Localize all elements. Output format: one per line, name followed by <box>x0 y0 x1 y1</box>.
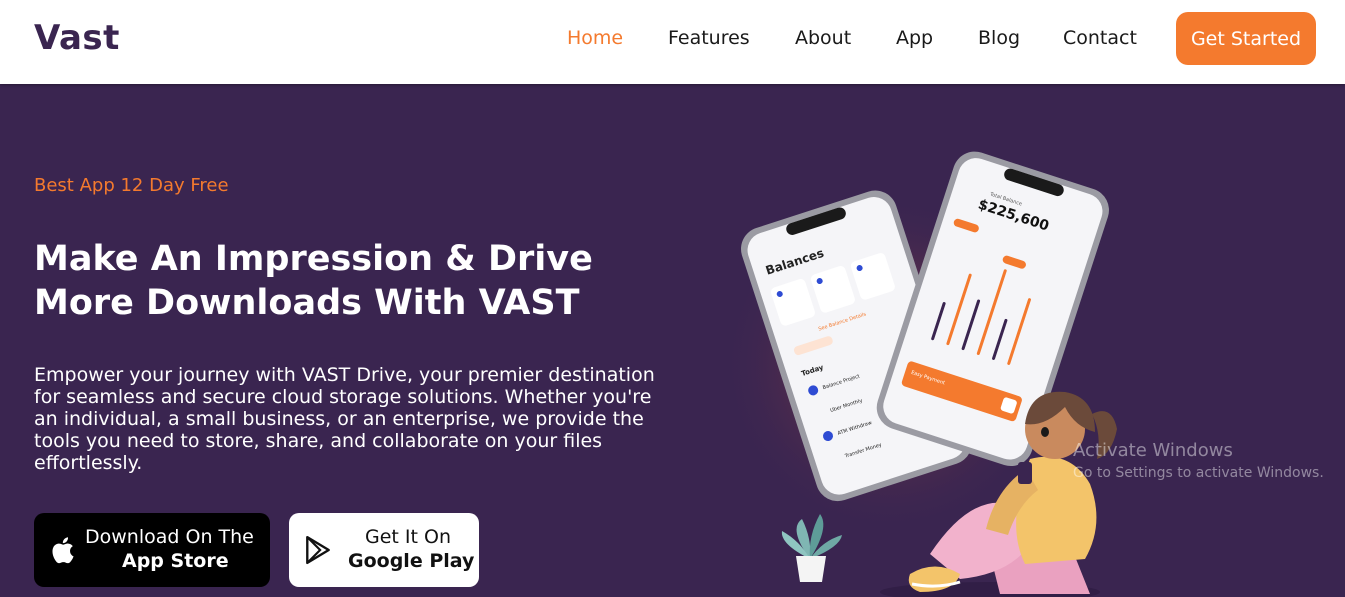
nav-link-about[interactable]: About <box>795 27 851 49</box>
nav-link-blog[interactable]: Blog <box>978 27 1020 49</box>
app-store-line1: Download On The <box>85 526 254 548</box>
hero-description: Empower your journey with VAST Drive, yo… <box>34 364 655 474</box>
site-logo[interactable]: Vast <box>34 18 120 58</box>
nav-link-contact[interactable]: Contact <box>1063 27 1137 49</box>
nav-link-app[interactable]: App <box>896 27 933 49</box>
os-activation-watermark: Activate Windows Go to Settings to activ… <box>1073 440 1324 481</box>
hero-illustration: Balances See Balance Details Today Balan… <box>720 151 1117 597</box>
nav-link-features[interactable]: Features <box>668 27 750 49</box>
google-play-button[interactable]: Get It On Google Play <box>289 513 479 587</box>
app-store-button[interactable]: Download On The App Store <box>34 513 270 587</box>
plant-illustration <box>781 514 842 582</box>
get-started-button[interactable]: Get Started <box>1176 12 1316 65</box>
google-play-line2: Google Play <box>348 550 475 572</box>
google-play-line1: Get It On <box>365 526 451 548</box>
hero-headline: Make An Impression & Drive More Download… <box>34 239 593 323</box>
app-store-line2: App Store <box>122 550 229 572</box>
hero-section: Best App 12 Day Free Make An Impression … <box>0 84 1345 597</box>
hero-eyebrow: Best App 12 Day Free <box>34 175 229 196</box>
play-icon <box>306 535 330 565</box>
apple-icon <box>52 537 74 564</box>
navbar: Vast Home Features About App Blog Contac… <box>0 0 1345 84</box>
watermark-subtitle: Go to Settings to activate Windows. <box>1073 465 1324 481</box>
nav-link-home[interactable]: Home <box>567 27 623 49</box>
watermark-title: Activate Windows <box>1073 440 1233 461</box>
